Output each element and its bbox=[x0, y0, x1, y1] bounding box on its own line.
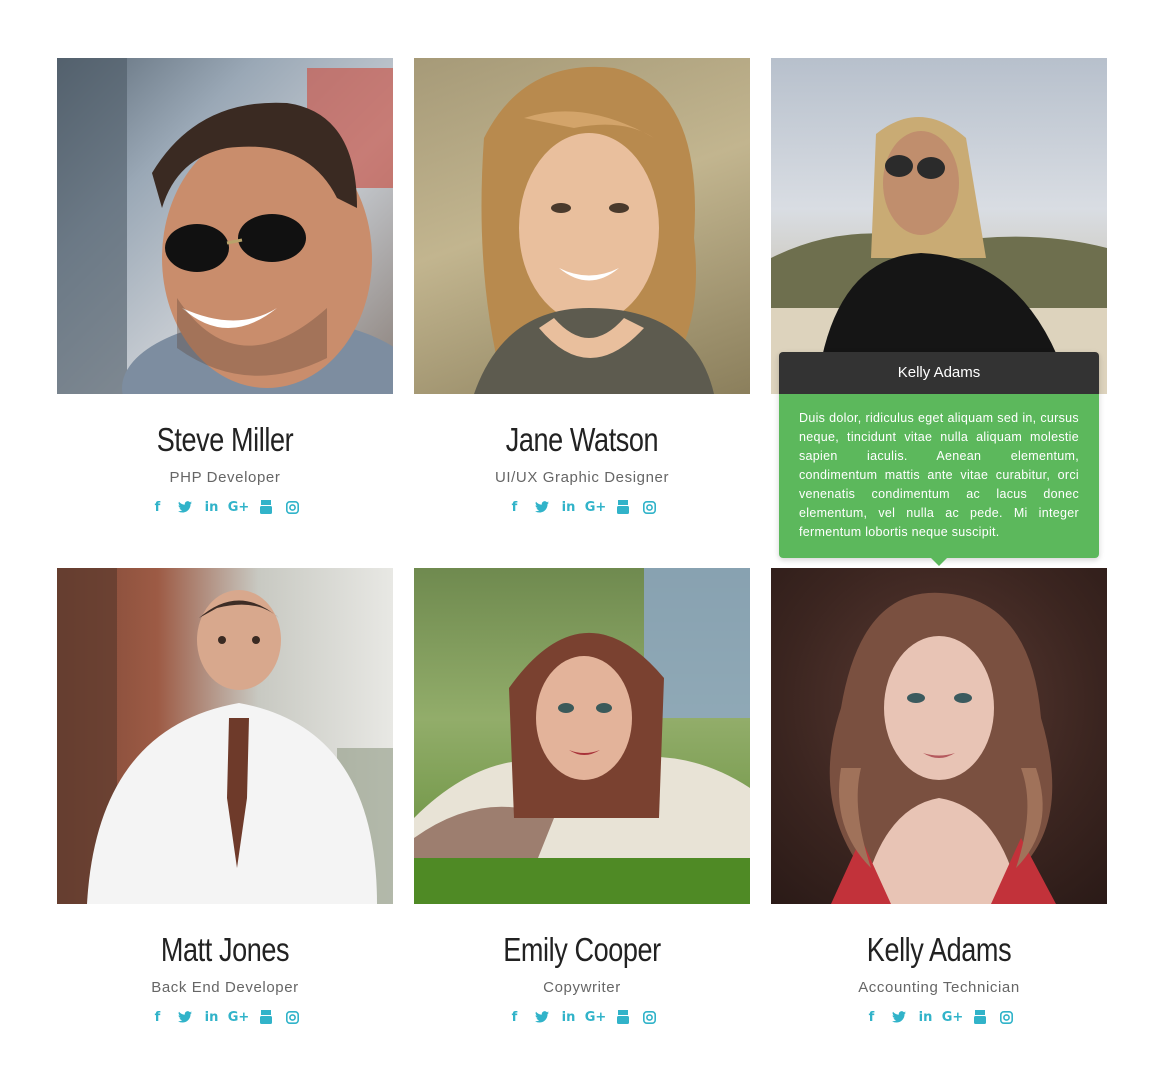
facebook-icon[interactable]: f bbox=[150, 1009, 166, 1025]
twitter-icon[interactable] bbox=[534, 499, 550, 515]
member-photo bbox=[414, 568, 750, 904]
tooltip-arrow bbox=[931, 558, 947, 566]
member-name: Steve Miller bbox=[156, 421, 294, 458]
twitter-icon[interactable] bbox=[177, 1009, 193, 1025]
member-name: Kelly Adams bbox=[866, 931, 1012, 968]
team-card-steve-miller: Steve Miller PHP Developer f in G+ bbox=[57, 58, 393, 515]
tooltip-text: Duis dolor, ridiculus eget aliquam sed i… bbox=[779, 394, 1099, 558]
member-name: Matt Jones bbox=[160, 931, 290, 968]
team-card-kelly-adams: Kelly Adams Accounting Technician f in G… bbox=[771, 568, 1107, 1025]
facebook-icon[interactable]: f bbox=[864, 1009, 880, 1025]
member-role: PHP Developer bbox=[169, 469, 281, 486]
instagram-icon[interactable] bbox=[999, 1009, 1015, 1025]
member-role: Copywriter bbox=[543, 979, 621, 996]
youtube-icon[interactable] bbox=[972, 1009, 988, 1025]
instagram-icon[interactable] bbox=[642, 499, 658, 515]
team-card-jane-watson: Jane Watson UI/UX Graphic Designer f in … bbox=[414, 58, 750, 515]
youtube-icon[interactable] bbox=[615, 499, 631, 515]
member-photo bbox=[414, 58, 750, 394]
linkedin-icon[interactable]: in bbox=[561, 1009, 577, 1025]
member-role: Back End Developer bbox=[151, 979, 299, 996]
social-links: f in G+ bbox=[771, 1009, 1107, 1025]
linkedin-icon[interactable]: in bbox=[561, 499, 577, 515]
facebook-icon[interactable]: f bbox=[507, 499, 523, 515]
facebook-icon[interactable]: f bbox=[507, 1009, 523, 1025]
google-plus-icon[interactable]: G+ bbox=[228, 499, 250, 515]
instagram-icon[interactable] bbox=[285, 499, 301, 515]
youtube-icon[interactable] bbox=[258, 499, 274, 515]
twitter-icon[interactable] bbox=[534, 1009, 550, 1025]
social-links: f in G+ bbox=[57, 499, 393, 515]
linkedin-icon[interactable]: in bbox=[204, 499, 220, 515]
facebook-icon[interactable]: f bbox=[150, 499, 166, 515]
team-card-kelly-adams-hover bbox=[771, 58, 1107, 394]
youtube-icon[interactable] bbox=[258, 1009, 274, 1025]
team-card-matt-jones: Matt Jones Back End Developer f in G+ bbox=[57, 568, 393, 1025]
twitter-icon[interactable] bbox=[177, 499, 193, 515]
twitter-icon[interactable] bbox=[891, 1009, 907, 1025]
instagram-icon[interactable] bbox=[285, 1009, 301, 1025]
member-photo bbox=[57, 568, 393, 904]
instagram-icon[interactable] bbox=[642, 1009, 658, 1025]
google-plus-icon[interactable]: G+ bbox=[585, 499, 607, 515]
member-tooltip: Kelly Adams Duis dolor, ridiculus eget a… bbox=[779, 352, 1099, 566]
social-links: f in G+ bbox=[414, 499, 750, 515]
linkedin-icon[interactable]: in bbox=[918, 1009, 934, 1025]
team-card-emily-cooper: Emily Cooper Copywriter f in G+ bbox=[414, 568, 750, 1025]
google-plus-icon[interactable]: G+ bbox=[585, 1009, 607, 1025]
member-photo bbox=[771, 568, 1107, 904]
youtube-icon[interactable] bbox=[615, 1009, 631, 1025]
tooltip-title: Kelly Adams bbox=[779, 352, 1099, 394]
google-plus-icon[interactable]: G+ bbox=[228, 1009, 250, 1025]
member-photo bbox=[771, 58, 1107, 394]
google-plus-icon[interactable]: G+ bbox=[942, 1009, 964, 1025]
member-name: Emily Cooper bbox=[503, 931, 661, 968]
member-photo bbox=[57, 58, 393, 394]
linkedin-icon[interactable]: in bbox=[204, 1009, 220, 1025]
member-role: Accounting Technician bbox=[858, 979, 1020, 996]
member-role: UI/UX Graphic Designer bbox=[494, 469, 670, 486]
social-links: f in G+ bbox=[414, 1009, 750, 1025]
member-name: Jane Watson bbox=[505, 421, 659, 458]
social-links: f in G+ bbox=[57, 1009, 393, 1025]
